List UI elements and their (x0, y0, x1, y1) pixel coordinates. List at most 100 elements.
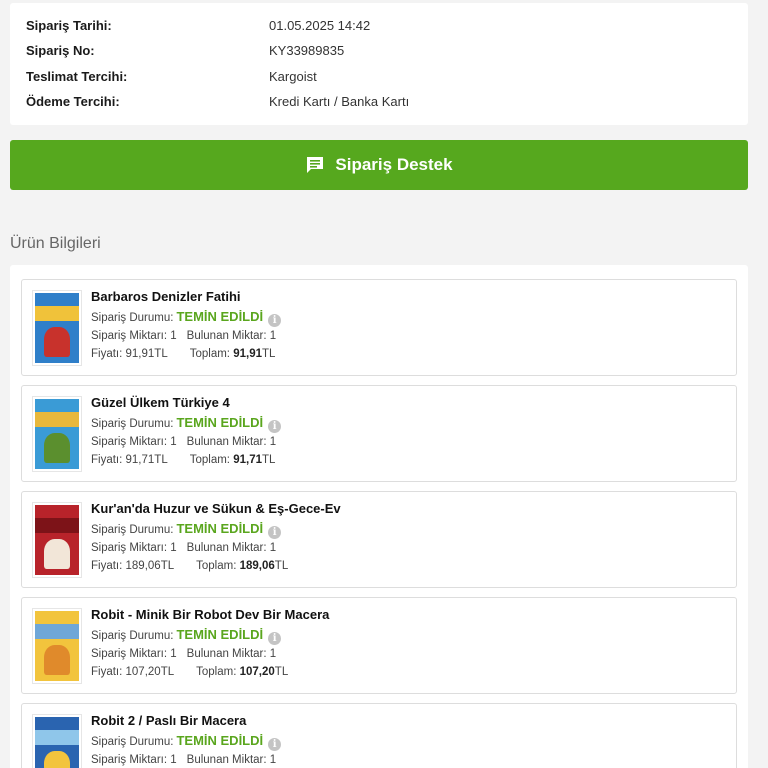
price-currency: TL (154, 348, 168, 360)
product-title[interactable]: Barbaros Denizler Fatihi (91, 289, 241, 304)
found-qty-label: Bulunan Miktar: (186, 542, 267, 554)
product-title[interactable]: Robit 2 / Paslı Bir Macera (91, 713, 246, 728)
order-status-line: Sipariş Durumu: TEMİN EDİLDİ i (91, 309, 282, 327)
delivery-preference-label: Teslimat Tercihi: (26, 69, 128, 84)
ordered-qty-label: Sipariş Miktarı: (91, 648, 168, 660)
price-line: Fiyatı: 91,91TL Toplam: 91,91TL (91, 348, 275, 360)
order-status-label: Sipariş Durumu: (91, 736, 174, 748)
order-date-value: 01.05.2025 14:42 (269, 18, 371, 33)
product-item[interactable]: Güzel Ülkem Türkiye 4 Sipariş Durumu: TEM… (21, 385, 737, 482)
product-title[interactable]: Güzel Ülkem Türkiye 4 (91, 395, 230, 410)
product-item[interactable]: Robit 2 / Paslı Bir Macera Sipariş Durum… (21, 703, 737, 768)
product-title[interactable]: Robit - Minik Bir Robot Dev Bir Macera (91, 607, 329, 622)
ordered-qty-value: 1 (170, 436, 177, 448)
book-cover-image[interactable] (32, 502, 82, 578)
total-value: 189,06 (239, 560, 275, 572)
quantity-line: Sipariş Miktarı: 1 Bulunan Miktar: 1 (91, 436, 276, 448)
total-label: Toplam: (196, 560, 237, 572)
total-label: Toplam: (189, 454, 230, 466)
price-value: 189,06 (125, 560, 161, 572)
price-label: Fiyatı: (91, 560, 123, 572)
chat-message-icon (305, 155, 325, 175)
price-currency: TL (160, 560, 175, 572)
found-qty-value: 1 (269, 436, 277, 448)
found-qty-value: 1 (269, 754, 277, 766)
cover-band (35, 517, 79, 533)
order-status-value: TEMİN EDİLDİ (176, 733, 264, 748)
found-qty-value: 1 (269, 542, 277, 554)
order-number-label: Sipariş No: (26, 43, 95, 58)
cover-band (35, 623, 79, 639)
quantity-line: Sipariş Miktarı: 1 Bulunan Miktar: 1 (91, 754, 276, 766)
found-qty-label: Bulunan Miktar: (186, 436, 267, 448)
info-icon[interactable]: i (268, 526, 282, 539)
order-number-value: KY33989835 (269, 43, 345, 58)
payment-preference-label: Ödeme Tercihi: (26, 94, 120, 109)
order-status-line: Sipariş Durumu: TEMİN EDİLDİ i (91, 521, 282, 539)
cover-figure (43, 644, 71, 676)
ordered-qty-value: 1 (170, 542, 177, 554)
ordered-qty-value: 1 (170, 754, 177, 766)
cover-figure (43, 432, 71, 464)
order-status-label: Sipariş Durumu: (91, 418, 174, 430)
book-cover-image[interactable] (32, 290, 82, 366)
product-item[interactable]: Robit - Minik Bir Robot Dev Bir Macera S… (21, 597, 737, 694)
total-label: Toplam: (189, 348, 230, 360)
ordered-qty-label: Sipariş Miktarı: (91, 436, 168, 448)
book-cover-image[interactable] (32, 608, 82, 684)
price-currency: TL (154, 454, 168, 466)
total-value: 107,20 (239, 666, 275, 678)
total-currency: TL (261, 348, 276, 360)
price-value: 107,20 (125, 666, 161, 678)
book-cover-image[interactable] (32, 714, 82, 768)
ordered-qty-value: 1 (170, 648, 177, 660)
total-value: 91,71 (233, 454, 262, 466)
delivery-preference-value: Kargoist (269, 69, 317, 84)
product-item[interactable]: Barbaros Denizler Fatihi Sipariş Durumu:… (21, 279, 737, 376)
price-line: Fiyatı: 91,71TL Toplam: 91,71TL (91, 454, 275, 466)
cover-figure (43, 750, 71, 768)
payment-preference-row: Ödeme Tercihi: Kredi Kartı / Banka Kartı (26, 94, 732, 114)
product-item[interactable]: Kur'an'da Huzur ve Sükun & Eş-Gece-Ev Si… (21, 491, 737, 588)
payment-preference-value: Kredi Kartı / Banka Kartı (269, 94, 410, 109)
found-qty-value: 1 (269, 648, 277, 660)
order-status-value: TEMİN EDİLDİ (176, 627, 264, 642)
order-status-value: TEMİN EDİLDİ (176, 415, 264, 430)
ordered-qty-value: 1 (170, 330, 177, 342)
order-number-row: Sipariş No: KY33989835 (26, 43, 732, 63)
order-info-card: Sipariş Tarihi: 01.05.2025 14:42 Sipariş… (10, 3, 748, 125)
info-icon[interactable]: i (268, 738, 282, 751)
price-value: 91,91 (125, 348, 155, 360)
order-date-label: Sipariş Tarihi: (26, 18, 112, 33)
quantity-line: Sipariş Miktarı: 1 Bulunan Miktar: 1 (91, 542, 276, 554)
cover-band (35, 305, 79, 321)
cover-figure (43, 538, 71, 570)
total-label: Toplam: (196, 666, 237, 678)
price-label: Fiyatı: (91, 348, 123, 360)
book-cover-image[interactable] (32, 396, 82, 472)
total-currency: TL (274, 666, 289, 678)
price-label: Fiyatı: (91, 666, 123, 678)
quantity-line: Sipariş Miktarı: 1 Bulunan Miktar: 1 (91, 330, 276, 342)
order-status-label: Sipariş Durumu: (91, 312, 174, 324)
product-info-title: Ürün Bilgileri (10, 235, 101, 252)
total-value: 91,91 (233, 348, 262, 360)
info-icon[interactable]: i (268, 314, 282, 327)
ordered-qty-label: Sipariş Miktarı: (91, 754, 168, 766)
info-icon[interactable]: i (268, 420, 282, 433)
found-qty-label: Bulunan Miktar: (186, 754, 267, 766)
found-qty-value: 1 (269, 330, 277, 342)
order-status-value: TEMİN EDİLDİ (176, 309, 264, 324)
cover-figure (43, 326, 71, 358)
product-title[interactable]: Kur'an'da Huzur ve Sükun & Eş-Gece-Ev (91, 501, 341, 516)
total-currency: TL (261, 454, 276, 466)
found-qty-label: Bulunan Miktar: (186, 330, 267, 342)
order-support-button[interactable]: Sipariş Destek (10, 140, 748, 190)
info-icon[interactable]: i (268, 632, 282, 645)
delivery-preference-row: Teslimat Tercihi: Kargoist (26, 69, 732, 89)
order-status-value: TEMİN EDİLDİ (176, 521, 264, 536)
order-date-row: Sipariş Tarihi: 01.05.2025 14:42 (26, 18, 732, 38)
cover-band (35, 411, 79, 427)
price-line: Fiyatı: 107,20TL Toplam: 107,20TL (91, 666, 288, 678)
order-support-label: Sipariş Destek (335, 155, 453, 174)
